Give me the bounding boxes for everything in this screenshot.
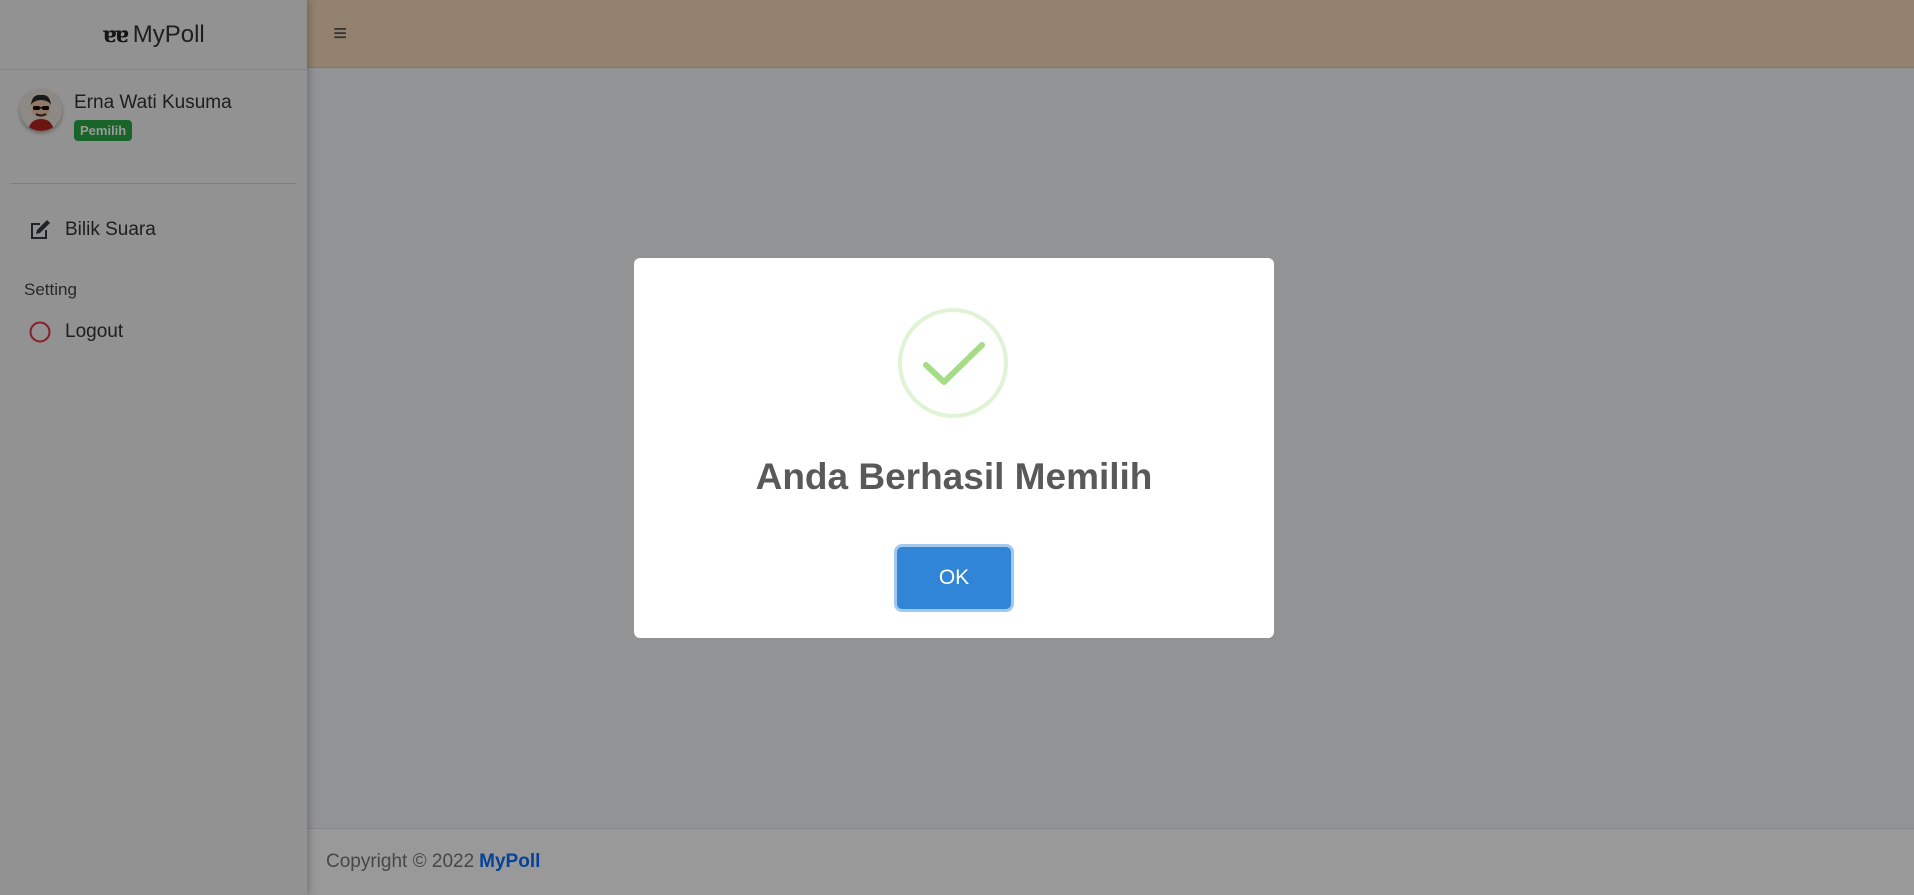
success-check-icon [898, 308, 1008, 418]
dialog-title: Anda Berhasil Memilih [755, 456, 1153, 497]
success-dialog: Anda Berhasil Memilih OK [634, 258, 1274, 638]
ok-button[interactable]: OK [897, 547, 1011, 609]
